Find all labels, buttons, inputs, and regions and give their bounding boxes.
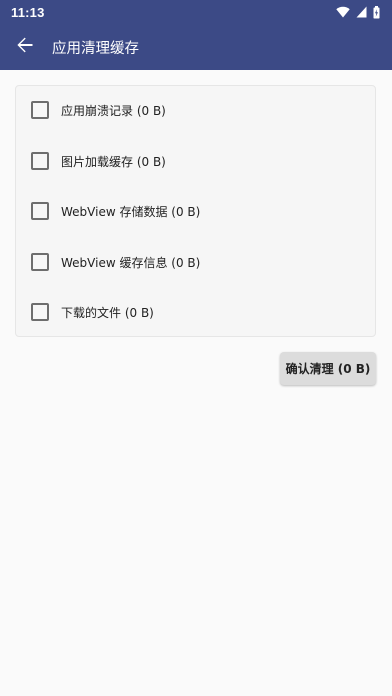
option-label: 下载的文件 (0 B)	[61, 305, 154, 320]
checkbox[interactable]	[31, 152, 49, 170]
checkbox[interactable]	[31, 101, 49, 119]
app-bar: 应用清理缓存	[0, 24, 392, 70]
checkbox[interactable]	[31, 303, 49, 321]
option-label: WebView 存储数据 (0 B)	[61, 204, 201, 219]
cache-options-card: 应用崩溃记录 (0 B) 图片加载缓存 (0 B) WebView 存储数据 (…	[15, 85, 376, 337]
arrow-back-icon	[16, 36, 34, 58]
status-icons	[336, 5, 380, 19]
status-time: 11:13	[11, 4, 45, 20]
option-image-cache[interactable]: 图片加载缓存 (0 B)	[16, 139, 375, 183]
checkbox[interactable]	[31, 253, 49, 271]
option-webview-cache[interactable]: WebView 缓存信息 (0 B)	[16, 240, 375, 284]
back-button[interactable]	[0, 24, 50, 70]
option-label: WebView 缓存信息 (0 B)	[61, 255, 201, 270]
checkbox[interactable]	[31, 202, 49, 220]
battery-icon	[373, 5, 380, 19]
option-label: 应用崩溃记录 (0 B)	[61, 103, 166, 118]
wifi-icon	[336, 6, 350, 18]
option-crash-logs[interactable]: 应用崩溃记录 (0 B)	[16, 88, 375, 132]
cellular-signal-icon	[356, 6, 367, 18]
option-downloaded-files[interactable]: 下载的文件 (0 B)	[16, 290, 375, 334]
option-webview-storage[interactable]: WebView 存储数据 (0 B)	[16, 189, 375, 233]
page-title: 应用清理缓存	[52, 40, 139, 57]
option-label: 图片加载缓存 (0 B)	[61, 154, 166, 169]
status-bar: 11:13	[0, 0, 392, 24]
confirm-clean-button[interactable]: 确认清理 (0 B)	[280, 352, 376, 385]
